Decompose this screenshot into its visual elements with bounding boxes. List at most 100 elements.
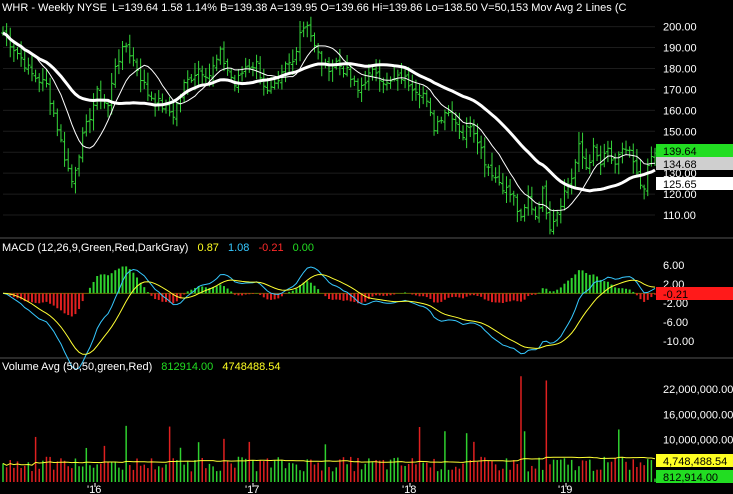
- macd-panel[interactable]: [2, 266, 656, 370]
- price-bar: [587, 154, 592, 175]
- price-bar: [620, 142, 625, 164]
- price-bar: [490, 152, 494, 181]
- price-bar: [355, 78, 360, 98]
- price-bar: [569, 168, 574, 195]
- price-bar: [69, 164, 74, 188]
- price-bar: [142, 69, 147, 90]
- price-bar: [84, 114, 89, 137]
- grid-lines: [0, 26, 733, 359]
- price-bar: [225, 58, 230, 76]
- price-bar: [247, 59, 252, 73]
- price-bar: [384, 72, 389, 91]
- price-bar: [203, 67, 208, 84]
- x-tick-label: '17: [245, 484, 259, 494]
- price-bar: [540, 185, 545, 213]
- price-bar: [8, 27, 13, 58]
- time-axis: '16 '17 '18 '19: [87, 483, 572, 494]
- price-bar: [221, 41, 226, 72]
- macd-value-1: 0.87: [197, 242, 219, 254]
- price-panel[interactable]: [1, 16, 657, 235]
- price-bar: [149, 91, 154, 101]
- macd-last-label: -0.21: [663, 289, 688, 301]
- price-bar: [73, 166, 78, 194]
- price-header: WHR - Weekly NYSE L=139.64 1.58 1.14% B=…: [2, 2, 626, 14]
- price-bar: [403, 66, 408, 89]
- price-bar: [294, 46, 299, 66]
- price-bar: [120, 41, 125, 71]
- volume-title: Volume Avg (50,50,green,Red): [2, 361, 153, 373]
- price-bar: [616, 151, 621, 175]
- price-bar: [305, 21, 310, 38]
- price-bar: [388, 76, 393, 89]
- price-bar: [486, 163, 491, 176]
- price-bar: [526, 185, 531, 216]
- price-bar: [287, 53, 292, 75]
- price-bar: [174, 101, 179, 127]
- macd-tick-label: -6.00: [663, 317, 688, 329]
- price-tick-label: 110.00: [663, 210, 696, 222]
- price-bar: [395, 69, 400, 91]
- price-bar: [547, 201, 552, 235]
- price-bar: [352, 75, 357, 87]
- price-bar: [522, 204, 527, 222]
- price-bar: [164, 99, 168, 114]
- price-tick-label: 180.00: [663, 63, 697, 75]
- price-bar: [156, 90, 161, 111]
- price-bar: [493, 167, 498, 183]
- price-bar: [631, 143, 636, 174]
- price-bar: [442, 109, 447, 131]
- price-bar: [341, 66, 346, 78]
- price-bar: [421, 86, 426, 105]
- price-bar: [461, 125, 466, 141]
- price-bar: [131, 47, 136, 67]
- price-bar: [91, 93, 96, 131]
- volume-tick-label: 22,000,000.00: [663, 384, 733, 396]
- price-bar: [171, 102, 176, 125]
- price-bar: [605, 140, 610, 163]
- macd-value-4: 0.00: [292, 242, 315, 254]
- price-bar: [424, 90, 429, 108]
- price-bar: [410, 74, 415, 101]
- price-bar: [276, 71, 281, 89]
- price-bar: [48, 77, 53, 116]
- price-bar: [642, 184, 647, 200]
- price-bar: [468, 116, 473, 137]
- volume-panel[interactable]: [2, 376, 656, 482]
- slow-ma-label: 125.65: [663, 179, 697, 191]
- macd-title: MACD (12,26,9,Green,Red,DarkGray): [2, 242, 189, 254]
- price-bar: [482, 137, 487, 178]
- price-bar: [479, 135, 484, 160]
- price-bar: [254, 54, 259, 80]
- price-tick-label: 150.00: [663, 126, 697, 138]
- price-bar: [308, 16, 313, 42]
- price-bar: [508, 178, 513, 203]
- price-bar: [544, 180, 549, 220]
- price-bar: [602, 143, 607, 168]
- volume-header: Volume Avg (50,50,green,Red) 812914.00 4…: [2, 361, 280, 373]
- price-bar: [62, 131, 67, 167]
- macd-tick-label: -10.00: [663, 336, 694, 348]
- price-bar: [127, 34, 132, 64]
- price-bar: [417, 83, 422, 109]
- price-bar: [624, 140, 629, 155]
- last-price-label: 139.64: [663, 146, 697, 158]
- price-bar: [189, 74, 194, 83]
- price-bar: [138, 58, 143, 93]
- price-bar: [327, 57, 331, 82]
- price-bar: [613, 153, 618, 174]
- price-bar: [87, 108, 92, 134]
- price-stats: L=139.64 1.58 1.14% B=139.38 A=139.95 O=…: [111, 2, 627, 14]
- macd-header: MACD (12,26,9,Green,Red,DarkGray) 0.87 1…: [2, 242, 314, 254]
- price-bar: [261, 68, 266, 96]
- price-tick-label: 200.00: [663, 22, 697, 34]
- price-bar: [135, 58, 140, 77]
- volume-value-1: 812914.00: [161, 361, 214, 373]
- price-bar: [464, 117, 469, 149]
- macd-value-2: 1.08: [228, 242, 250, 254]
- price-bar: [301, 21, 306, 38]
- price-bar: [432, 109, 437, 136]
- price-bar: [533, 206, 538, 220]
- price-bar: [55, 108, 60, 137]
- price-bar: [450, 101, 455, 132]
- price-bar: [515, 193, 520, 223]
